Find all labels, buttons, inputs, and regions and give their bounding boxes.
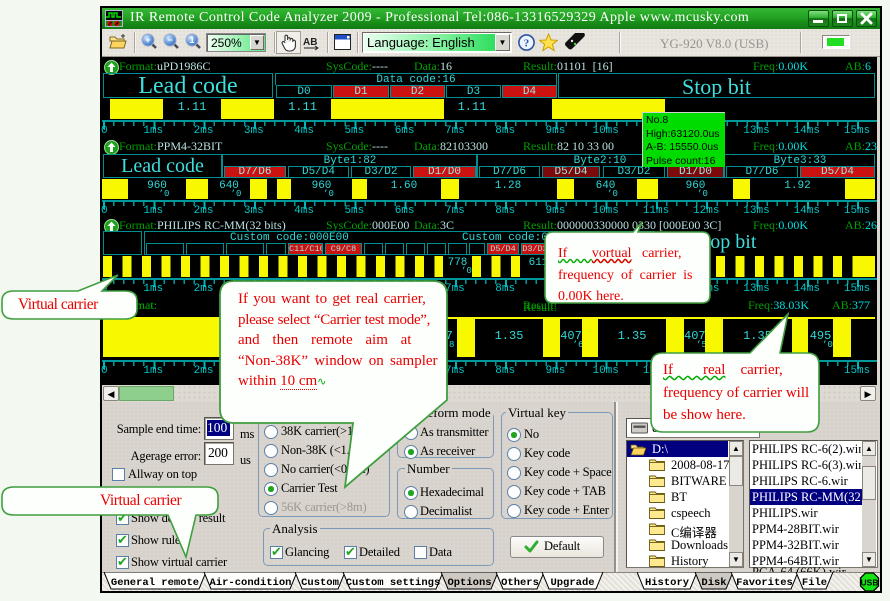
svg-text:Upgrade: Upgrade [550, 577, 594, 589]
svg-text:1: 1 [189, 35, 194, 45]
svg-text:Custom: Custom [301, 577, 339, 589]
svg-text:Disk: Disk [701, 577, 726, 589]
svg-text:File: File [802, 577, 827, 589]
svg-text:History: History [645, 577, 690, 589]
svg-text:Custom settings: Custom settings [346, 577, 441, 589]
svg-text:Air-condition: Air-condition [210, 577, 292, 589]
svg-text:General remote: General remote [111, 577, 199, 589]
svg-text:?: ? [524, 38, 530, 50]
svg-text:USB: USB [861, 578, 879, 588]
svg-text:Options: Options [447, 577, 491, 589]
svg-text:+: + [145, 35, 150, 45]
svg-text:−: − [167, 35, 172, 45]
svg-text:Others: Others [501, 577, 539, 589]
svg-text:Favorites: Favorites [736, 577, 793, 589]
